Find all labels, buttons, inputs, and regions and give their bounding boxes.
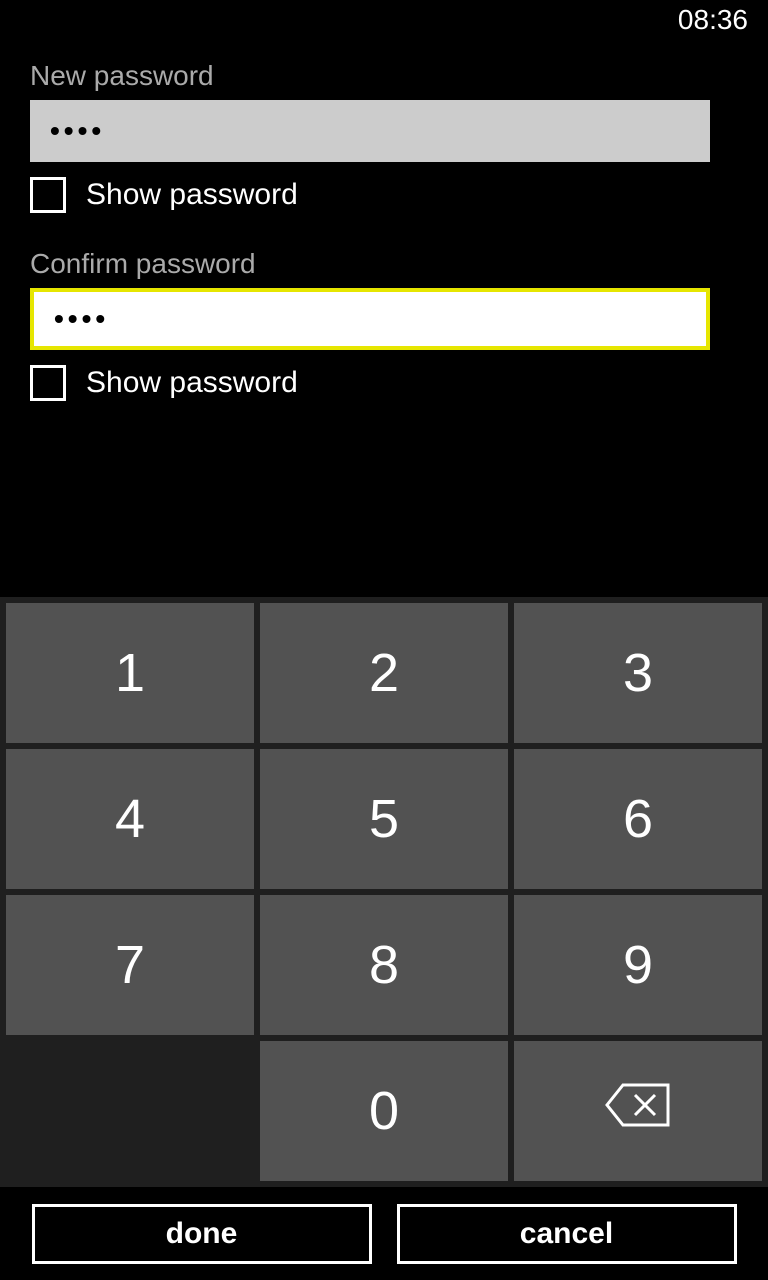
status-bar: 08:36 (0, 0, 768, 40)
key-row-3: 7 8 9 (6, 895, 762, 1035)
key-1[interactable]: 1 (6, 603, 254, 743)
confirm-password-value: •••• (54, 303, 109, 335)
confirm-password-label: Confirm password (30, 248, 738, 280)
done-button-label: done (166, 1217, 238, 1251)
key-5[interactable]: 5 (260, 749, 508, 889)
key-row-1: 1 2 3 (6, 603, 762, 743)
new-password-show-checkbox[interactable] (30, 177, 66, 213)
confirm-password-show-checkbox[interactable] (30, 365, 66, 401)
status-time: 08:36 (678, 4, 748, 36)
key-6[interactable]: 6 (514, 749, 762, 889)
numeric-keypad: 1 2 3 4 5 6 7 8 9 0 (0, 597, 768, 1187)
new-password-input[interactable]: •••• (30, 100, 710, 162)
key-8[interactable]: 8 (260, 895, 508, 1035)
confirm-password-input[interactable]: •••• (30, 288, 710, 350)
key-7[interactable]: 7 (6, 895, 254, 1035)
new-password-label: New password (30, 60, 738, 92)
done-button[interactable]: done (32, 1204, 372, 1264)
key-4[interactable]: 4 (6, 749, 254, 889)
cancel-button[interactable]: cancel (397, 1204, 737, 1264)
key-backspace[interactable] (514, 1041, 762, 1181)
confirm-password-show-row[interactable]: Show password (30, 365, 738, 401)
key-empty (6, 1041, 254, 1181)
new-password-value: •••• (50, 115, 105, 147)
new-password-show-row[interactable]: Show password (30, 177, 738, 213)
new-password-show-label: Show password (86, 178, 298, 212)
cancel-button-label: cancel (520, 1217, 613, 1251)
key-row-4: 0 (6, 1041, 762, 1181)
new-password-group: New password •••• Show password (30, 60, 738, 213)
key-row-2: 4 5 6 (6, 749, 762, 889)
key-2[interactable]: 2 (260, 603, 508, 743)
key-0[interactable]: 0 (260, 1041, 508, 1181)
confirm-password-show-label: Show password (86, 366, 298, 400)
confirm-password-group: Confirm password •••• Show password (30, 248, 738, 401)
key-3[interactable]: 3 (514, 603, 762, 743)
app-bar: done cancel (0, 1187, 768, 1280)
backspace-icon (603, 1080, 673, 1143)
form-content: New password •••• Show password Confirm … (0, 40, 768, 401)
key-9[interactable]: 9 (514, 895, 762, 1035)
